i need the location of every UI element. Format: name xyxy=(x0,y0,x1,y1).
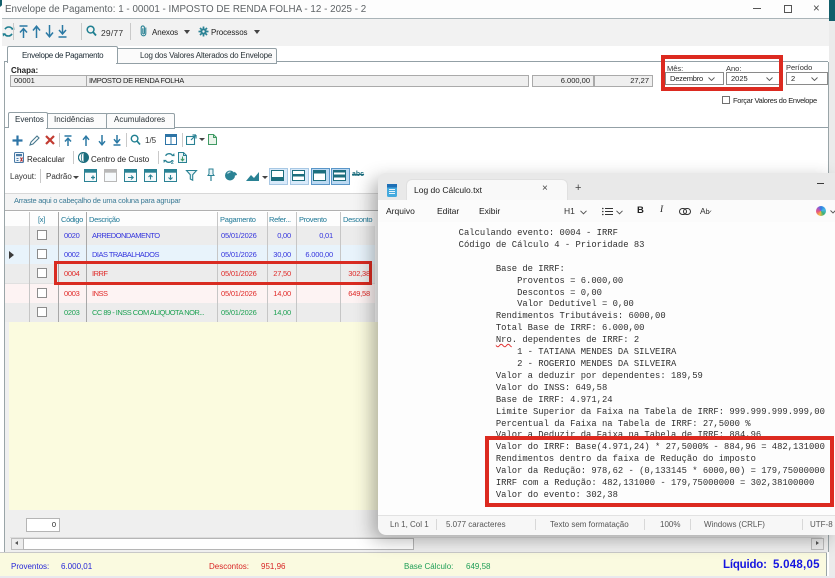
svg-text:2: 2 xyxy=(171,160,174,164)
